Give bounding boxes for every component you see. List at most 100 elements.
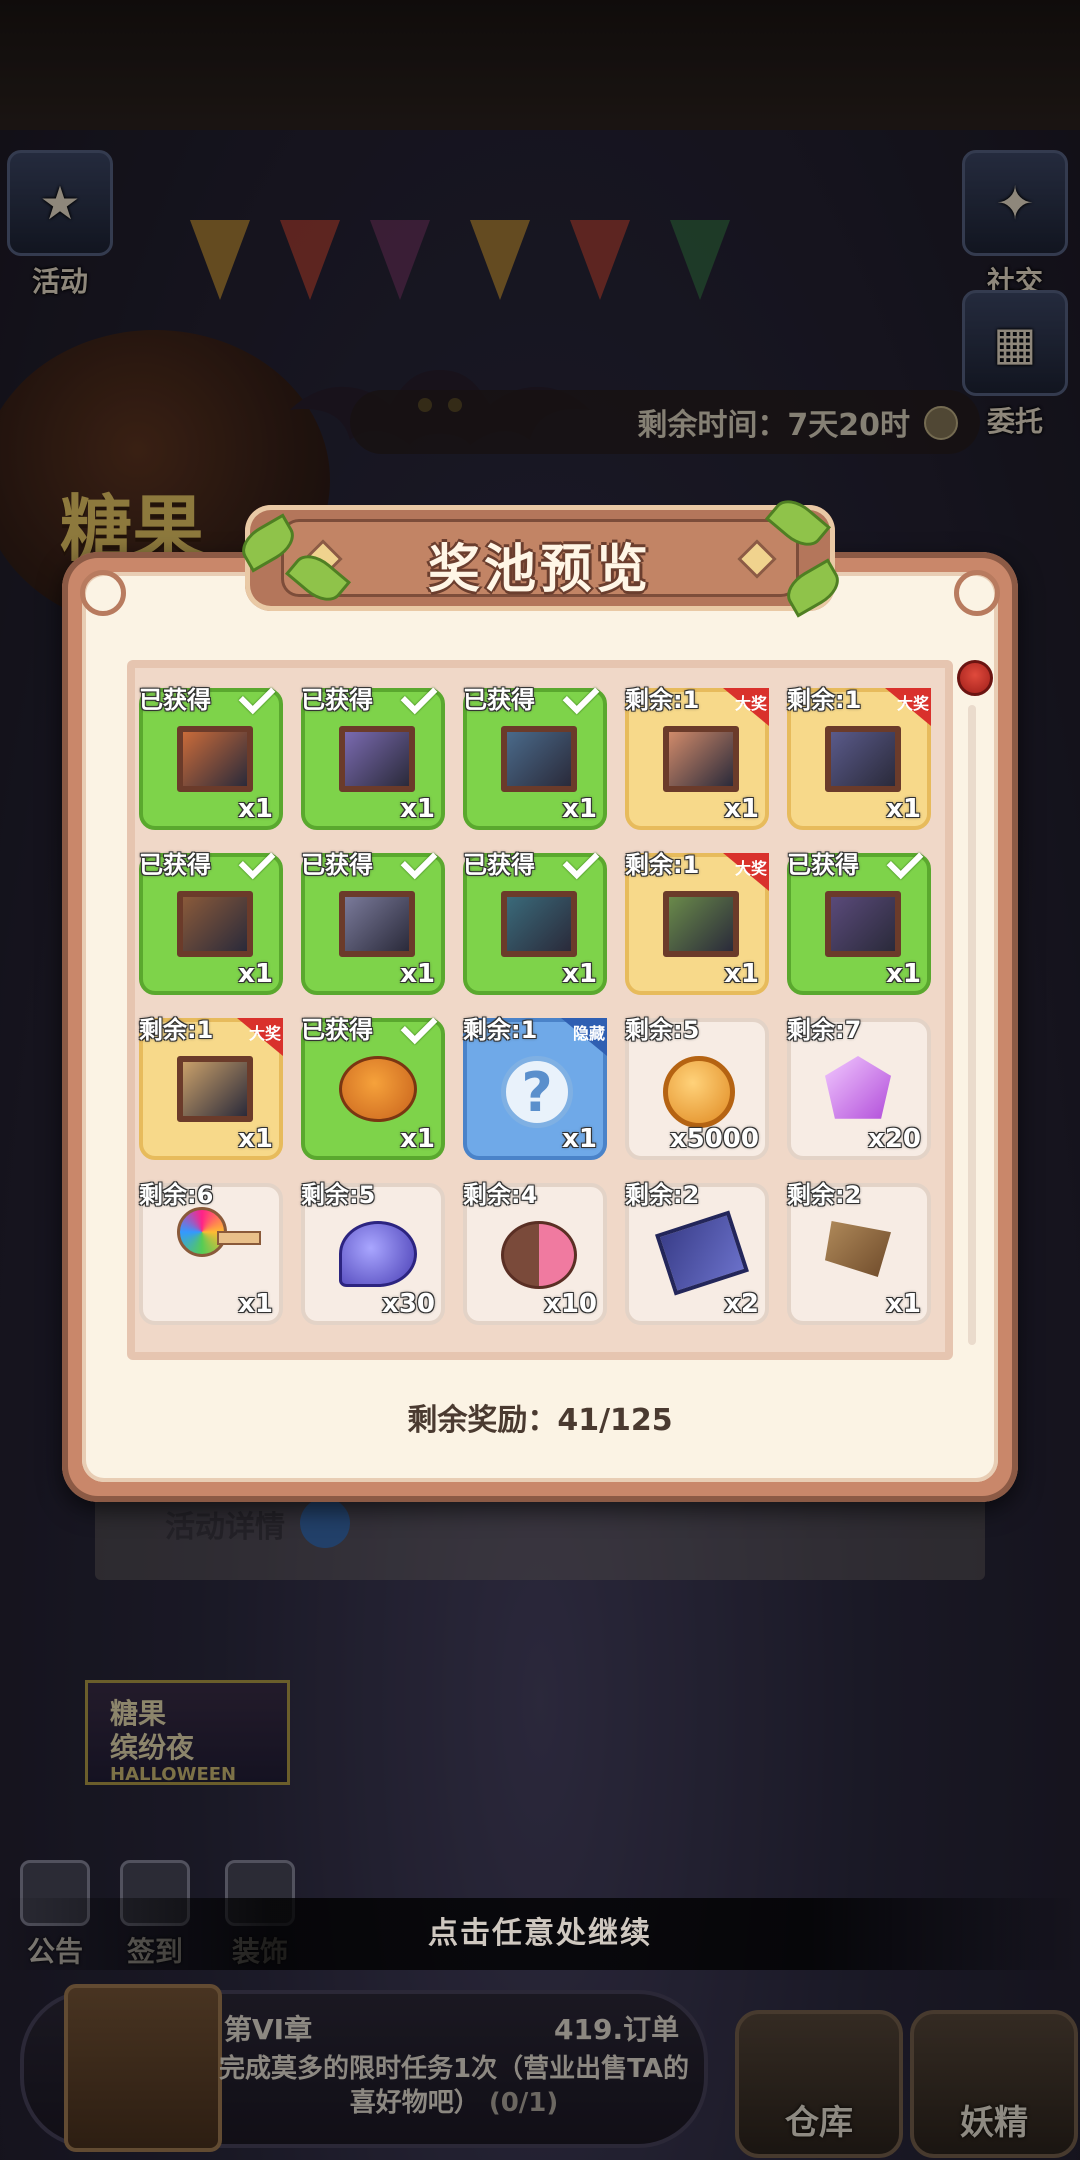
hidden-label: 隐藏 [572, 1024, 605, 1043]
reward-cell[interactable]: 剩余:5 x30 [301, 1181, 445, 1325]
reward-grid-panel: 已获得 x1 已获得 x1 已获得 x1 大奖 剩余:1 x1 大奖 剩余:1 x1 已获得 x1 已获得 x… [127, 660, 953, 1360]
reward-grid[interactable]: 已获得 x1 已获得 x1 已获得 x1 大奖 剩余:1 x1 大奖 剩余:1 x1 已获得 x1 已获得 x… [135, 668, 945, 1344]
checkmark-icon [238, 842, 276, 880]
macaron-icon [501, 1221, 577, 1289]
checkmark-icon [562, 842, 600, 880]
corner-ornament [80, 570, 126, 616]
reward-status: 剩余:1 [625, 686, 700, 714]
reward-quantity: x20 [868, 1124, 921, 1154]
reward-status: 剩余:5 [625, 1016, 700, 1044]
reward-cell[interactable]: 剩余:2 x1 [787, 1181, 931, 1325]
pumpkin-witch-icon [339, 1056, 417, 1122]
continue-hint[interactable]: 点击任意处继续 [0, 1898, 1080, 1970]
reward-quantity: x1 [562, 959, 597, 989]
crowd-painting-icon [825, 891, 901, 957]
reward-status: 已获得 [787, 851, 859, 879]
reward-quantity: x2 [724, 1289, 759, 1319]
gold-coin-icon [663, 1056, 739, 1128]
reward-cell[interactable]: 已获得 x1 [301, 1007, 445, 1160]
reward-status: 剩余:5 [301, 1181, 376, 1209]
reward-quantity: x1 [238, 794, 273, 824]
reward-quantity: x1 [886, 1289, 921, 1319]
reward-cell[interactable]: 剩余:2 x2 [625, 1181, 769, 1325]
night-painting-icon [825, 726, 901, 792]
grand-prize-label: 大奖 [734, 859, 767, 878]
reward-quantity: x1 [886, 959, 921, 989]
reward-quantity: x30 [382, 1289, 435, 1319]
reward-cell[interactable]: ? 隐藏 剩余:1 x1 [463, 1016, 607, 1160]
reward-status: 已获得 [139, 851, 211, 879]
grand-prize-label: 大奖 [734, 694, 767, 713]
wood-material-icon [825, 1221, 901, 1287]
reward-quantity: x1 [562, 794, 597, 824]
checkmark-icon [886, 842, 924, 880]
grand-prize-label: 大奖 [248, 1024, 281, 1043]
reward-quantity: x1 [400, 1124, 435, 1154]
reward-cell[interactable]: 已获得 x1 [301, 677, 445, 830]
grand-prize-label: 大奖 [896, 694, 929, 713]
garden-painting-icon [663, 891, 739, 957]
reward-status: 剩余:1 [625, 851, 700, 879]
reward-quantity: x5000 [669, 1124, 759, 1154]
checkmark-icon [238, 677, 276, 715]
cake-painting-icon [663, 726, 739, 792]
remaining-rewards-text: 剩余奖励：41/125 [407, 1403, 673, 1438]
reward-quantity: x1 [400, 959, 435, 989]
reward-status: 剩余:1 [787, 686, 862, 714]
reward-status: 剩余:1 [463, 1016, 538, 1044]
checkmark-icon [400, 1007, 438, 1045]
reward-quantity: x1 [724, 794, 759, 824]
scrollbar[interactable] [968, 705, 976, 1345]
hourglass-icon [339, 1221, 417, 1287]
reward-cell[interactable]: 已获得 x1 [463, 677, 607, 830]
room-painting-icon [339, 891, 415, 957]
reward-quantity: x10 [544, 1289, 597, 1319]
reward-status: 已获得 [139, 686, 211, 714]
reward-cell[interactable]: 剩余:4 x10 [463, 1181, 607, 1325]
reward-quantity: x1 [238, 1124, 273, 1154]
reward-cell[interactable]: 已获得 x1 [301, 842, 445, 995]
reward-quantity: x1 [562, 1124, 597, 1154]
reward-cell[interactable]: 大奖 剩余:1 x1 [787, 686, 931, 830]
dog-painting-icon [177, 891, 253, 957]
reward-quantity: x1 [724, 959, 759, 989]
reward-status: 剩余:2 [625, 1181, 700, 1209]
reward-cell[interactable]: 大奖 剩余:1 x1 [625, 851, 769, 995]
reward-cell[interactable]: 已获得 x1 [139, 677, 283, 830]
reward-cell[interactable]: 已获得 x1 [463, 842, 607, 995]
rainbow-key-icon [177, 1207, 261, 1287]
pumpkin-painting-icon [177, 726, 253, 792]
reward-quantity: x1 [886, 794, 921, 824]
reward-cell[interactable]: 剩余:5 x5000 [625, 1016, 769, 1160]
party-painting-icon [501, 726, 577, 792]
reward-status: 剩余:4 [463, 1181, 538, 1209]
reward-status: 已获得 [463, 851, 535, 879]
bouquet-painting-icon [177, 1056, 253, 1122]
ticket-icon [655, 1210, 749, 1296]
reward-cell[interactable]: 已获得 x1 [139, 842, 283, 995]
corner-ornament [954, 570, 1000, 616]
reward-cell[interactable]: 剩余:7 x20 [787, 1016, 931, 1160]
reward-status: 已获得 [301, 686, 373, 714]
checkmark-icon [400, 842, 438, 880]
street-painting-icon [501, 891, 577, 957]
reward-quantity: x1 [238, 959, 273, 989]
reward-quantity: x1 [400, 794, 435, 824]
ladybug-scroll-handle-icon[interactable] [957, 660, 993, 696]
reward-status: 剩余:1 [139, 1016, 214, 1044]
checkmark-icon [562, 677, 600, 715]
reward-cell[interactable]: 已获得 x1 [787, 842, 931, 995]
checkmark-icon [400, 677, 438, 715]
reward-status: 剩余:7 [787, 1016, 862, 1044]
reward-status: 已获得 [463, 686, 535, 714]
reward-cell[interactable]: 大奖 剩余:1 x1 [139, 1016, 283, 1160]
reward-status: 剩余:2 [787, 1181, 862, 1209]
reward-status: 已获得 [301, 1016, 373, 1044]
reward-quantity: x1 [238, 1289, 273, 1319]
reward-cell[interactable]: 大奖 剩余:1 x1 [625, 686, 769, 830]
purple-gem-icon [825, 1056, 901, 1122]
reward-status: 已获得 [301, 851, 373, 879]
reward-cell[interactable]: 剩余:6 x1 [139, 1181, 283, 1325]
reward-status: 剩余:6 [139, 1181, 214, 1209]
question-mark-icon: ? [501, 1056, 577, 1128]
